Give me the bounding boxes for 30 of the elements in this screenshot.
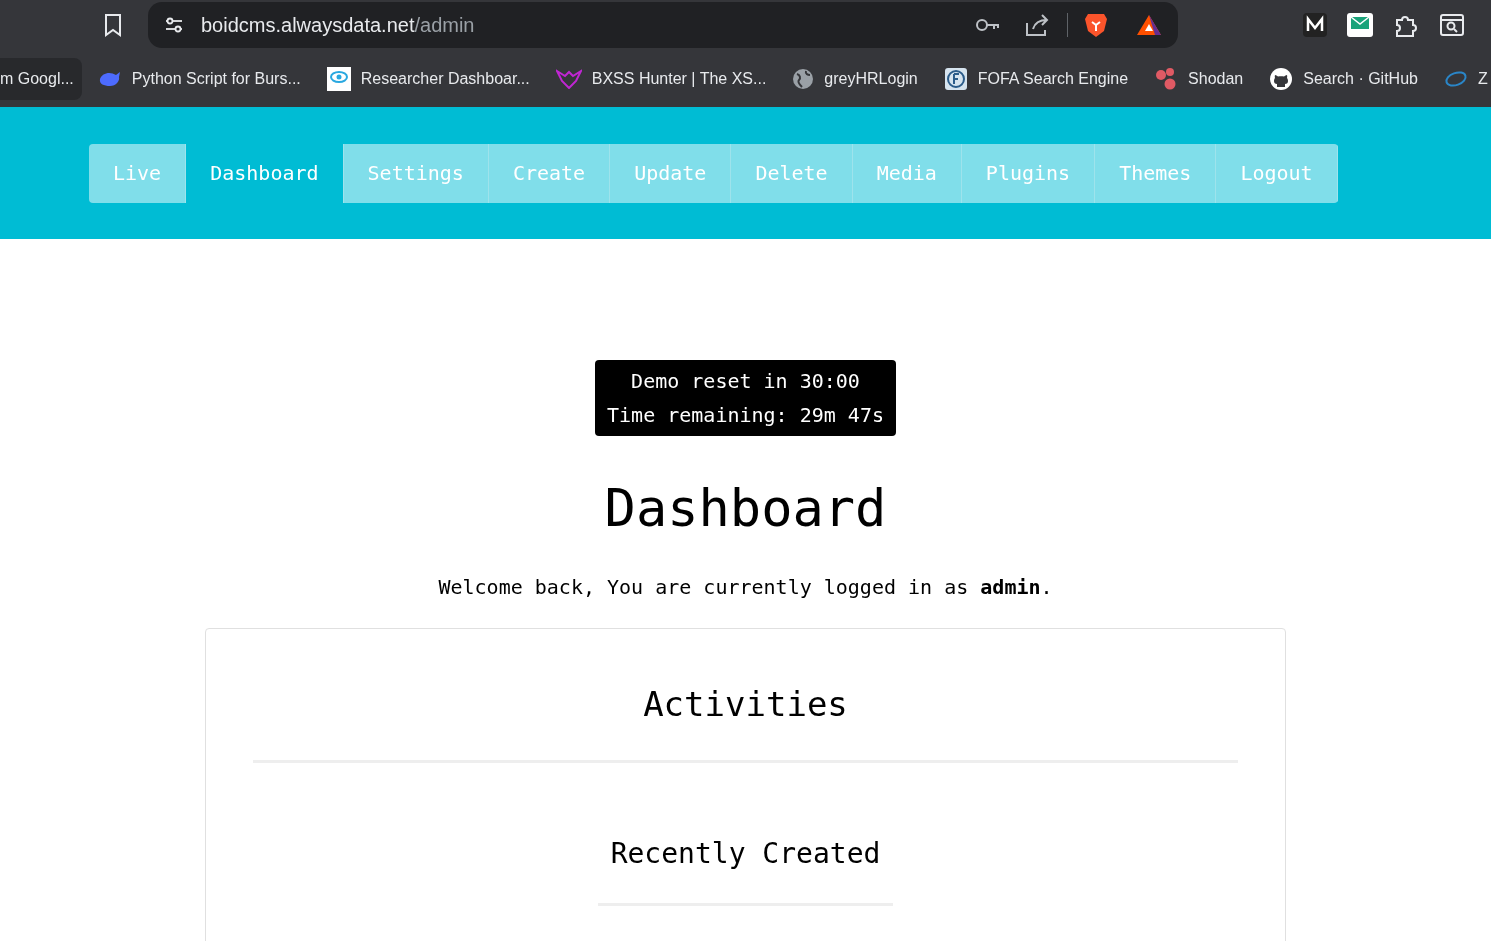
fofa-icon bbox=[943, 66, 968, 91]
share-icon[interactable] bbox=[1025, 13, 1051, 37]
triangle-icon[interactable] bbox=[1136, 14, 1162, 36]
demo-notice: Demo reset in 30:00 Time remaining: 29m 47s bbox=[595, 360, 896, 436]
page-title: Dashboard bbox=[604, 478, 887, 538]
globe-icon bbox=[792, 67, 815, 90]
lion-icon[interactable] bbox=[1084, 12, 1108, 38]
bookmark-item[interactable]: BXSS Hunter | The XS... bbox=[555, 57, 767, 100]
letter-m-icon[interactable] bbox=[1303, 13, 1327, 37]
bookmark-item[interactable]: FOFA Search Engine bbox=[943, 57, 1129, 100]
ring-icon bbox=[1443, 68, 1468, 89]
key-icon[interactable] bbox=[975, 17, 1001, 33]
search-panel-icon[interactable] bbox=[1439, 13, 1465, 37]
section-title: Recently Created bbox=[610, 836, 881, 872]
bookmark-item[interactable]: Python Script for Burs... bbox=[97, 57, 301, 100]
card-title: Activities bbox=[643, 683, 848, 726]
bookmark-item[interactable]: Researcher Dashboar... bbox=[326, 57, 530, 100]
eye-icon bbox=[326, 66, 351, 91]
address-bar[interactable]: boidcms.alwaysdata.net/admin bbox=[148, 2, 1178, 48]
tune-icon[interactable] bbox=[164, 15, 184, 35]
bookmark-item[interactable]: m Googl... bbox=[0, 57, 82, 100]
bookmark-item[interactable]: Search · GitHub bbox=[1269, 57, 1418, 100]
bookmark-item[interactable]: Shodan bbox=[1154, 57, 1244, 100]
github-icon bbox=[1269, 66, 1294, 91]
welcome-text: Welcome back, You are currently logged in as admin. bbox=[438, 574, 1053, 601]
bookmark-item[interactable]: greyHRLogin bbox=[792, 57, 918, 100]
url-text: boidcms.alwaysdata.net/admin bbox=[201, 13, 475, 38]
mail-icon[interactable] bbox=[1347, 13, 1373, 37]
bookmark-icon[interactable] bbox=[103, 13, 123, 37]
bookmark-item[interactable]: Z bbox=[1443, 57, 1488, 100]
